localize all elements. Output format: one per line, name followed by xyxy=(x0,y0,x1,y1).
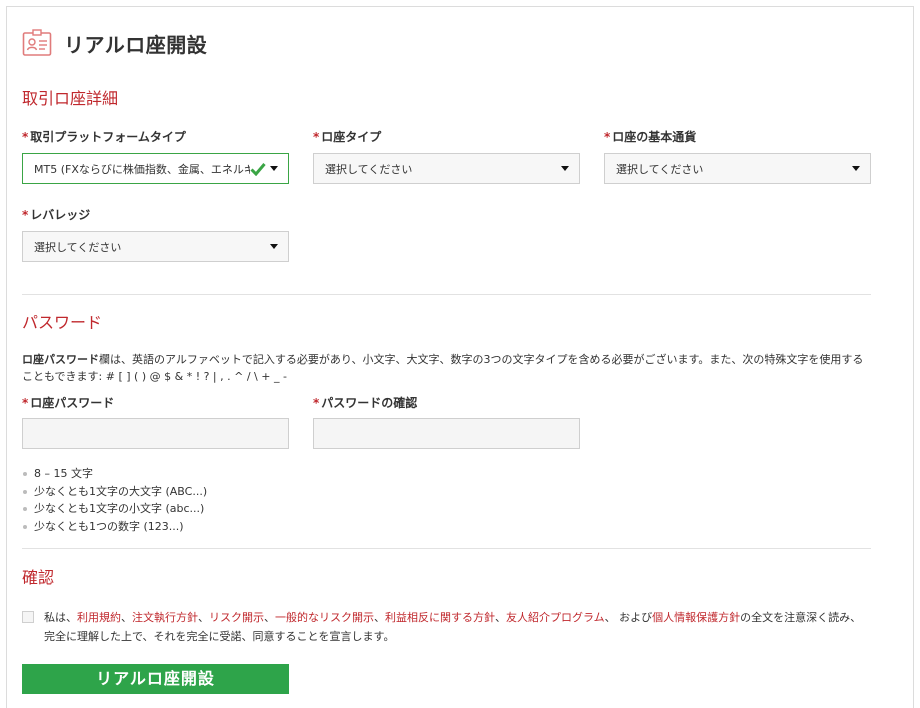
chevron-down-icon xyxy=(270,166,278,171)
password-rule: 少なくとも1文字の大文字 (ABC...) xyxy=(22,483,207,501)
checkmark-icon xyxy=(250,162,266,176)
password-rule: 少なくとも1文字の小文字 (abc...) xyxy=(22,500,207,518)
required-mark: * xyxy=(22,396,29,410)
password-label: * ロ座パスワード xyxy=(22,396,115,410)
chevron-down-icon xyxy=(561,166,569,171)
password-description: ロ座パスワード欄は、英語のアルファベットで記入する必要があり、小文字、大文字、数… xyxy=(22,353,864,383)
page-header: リアルロ座開設 xyxy=(22,26,207,60)
chevron-down-icon xyxy=(852,166,860,171)
account-type-select-value: 選択してください xyxy=(325,162,413,176)
password-input[interactable] xyxy=(22,418,289,449)
password-section-title: パスワード xyxy=(22,313,103,332)
required-mark: * xyxy=(313,396,320,410)
confirm-password-label: * パスワードの確認 xyxy=(313,396,418,410)
account-type-label: * ロ座タイプ xyxy=(313,130,382,144)
referral-program-link[interactable]: 友人紹介プログラム xyxy=(506,611,605,624)
password-rule: 少なくとも1つの数字 (123...) xyxy=(22,518,207,536)
password-rule: 8 – 15 文字 xyxy=(22,465,207,483)
required-mark: * xyxy=(604,130,611,144)
account-type-select[interactable]: 選択してください xyxy=(313,153,580,184)
section-divider xyxy=(22,294,871,295)
section-divider xyxy=(22,548,871,549)
consent-text: 私は、利用規約、注文執行方針、リスク開示、一般的なリスク開示、利益相反に関する方… xyxy=(44,611,862,643)
id-card-icon xyxy=(22,29,52,56)
leverage-label: * レバレッジ xyxy=(22,208,91,222)
base-currency-select-value: 選択してください xyxy=(616,162,704,176)
open-account-button[interactable]: リアルロ座開設 xyxy=(22,664,289,694)
terms-link[interactable]: 利用規約 xyxy=(77,611,121,624)
privacy-policy-link[interactable]: 個人情報保護方針 xyxy=(652,611,740,624)
confirm-password-input[interactable] xyxy=(313,418,580,449)
agree-checkbox[interactable] xyxy=(22,611,34,623)
base-currency-label: * ロ座の基本通貨 xyxy=(604,130,697,144)
order-execution-policy-link[interactable]: 注文執行方針 xyxy=(132,611,198,624)
confirmation-section-title: 確認 xyxy=(22,568,55,587)
required-mark: * xyxy=(22,130,29,144)
account-details-title: 取引ロ座詳細 xyxy=(22,89,119,108)
leverage-select-value: 選択してください xyxy=(34,240,122,254)
base-currency-select[interactable]: 選択してください xyxy=(604,153,871,184)
page-title: リアルロ座開設 xyxy=(64,32,208,57)
conflict-of-interest-link[interactable]: 利益相反に関する方針 xyxy=(385,611,495,624)
general-risk-disclosure-link[interactable]: 一般的なリスク開示 xyxy=(275,611,374,624)
platform-select-value: MT5 (FXならびに株価指数、金属、エネルギーの xyxy=(34,162,250,176)
leverage-select[interactable]: 選択してください xyxy=(22,231,289,262)
required-mark: * xyxy=(313,130,320,144)
platform-label: * 取引プラットフォームタイプ xyxy=(22,130,186,144)
required-mark: * xyxy=(22,208,29,222)
password-rules-list: 8 – 15 文字 少なくとも1文字の大文字 (ABC...) 少なくとも1文字… xyxy=(22,465,207,535)
risk-disclosure-link[interactable]: リスク開示 xyxy=(209,611,264,624)
platform-select[interactable]: MT5 (FXならびに株価指数、金属、エネルギーの xyxy=(22,153,289,184)
chevron-down-icon xyxy=(270,244,278,249)
